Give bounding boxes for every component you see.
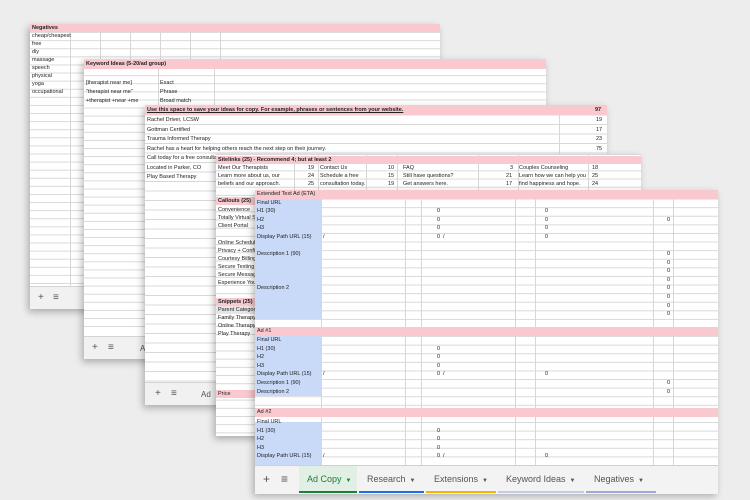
list-item: Play Therapy xyxy=(218,331,251,337)
tab-research[interactable]: Research ▼ xyxy=(359,466,424,493)
chevron-down-icon: ▼ xyxy=(409,478,416,484)
list-item: diy xyxy=(32,49,40,55)
row-label: H3 xyxy=(257,362,265,369)
list-item: Client Portal xyxy=(218,223,248,229)
all-sheets-icon[interactable]: ≡ xyxy=(281,472,288,486)
ad2-header: Ad #2 xyxy=(255,408,718,417)
list-item: Totally Virtual S xyxy=(218,215,256,221)
row-label: Display Path URL (15) xyxy=(257,371,312,378)
sheet-tabs-bar: + ≡ Ad Copy ▼ Research ▼ Extensions ▼ Keywo… xyxy=(255,465,718,494)
ad1-header: Ad #1 xyxy=(255,327,718,336)
add-sheet-icon[interactable]: + xyxy=(92,342,98,353)
eta-header: Extended Text Ad (ETA) xyxy=(255,190,718,199)
list-item: Online Schedul xyxy=(218,240,256,246)
list-item: speech xyxy=(32,65,50,71)
row-label: H2 xyxy=(257,216,265,223)
add-sheet-icon[interactable]: + xyxy=(263,472,270,486)
ad-copy-sheet: Extended Text Ad (ETA) Final URL H1 (30)… xyxy=(255,190,718,493)
list-item: massage xyxy=(32,57,55,63)
row-label: H3 xyxy=(257,444,265,451)
all-sheets-icon[interactable]: ≡ xyxy=(108,342,114,353)
label-column xyxy=(255,198,321,319)
row-label: Final URL xyxy=(257,419,282,425)
row-label: Description 1 (90) xyxy=(257,251,301,257)
add-sheet-icon[interactable]: + xyxy=(155,388,161,399)
all-sheets-icon[interactable]: ≡ xyxy=(53,292,59,303)
sitelinks-header: Sitelinks (25) - Recommend 4; but at lea… xyxy=(216,156,641,164)
copy-ideas-header: Use this space to save your ideas for co… xyxy=(145,106,607,115)
row-label: Description 2 xyxy=(257,388,290,395)
tab-ad-copy[interactable]: Ad Copy ▼ xyxy=(299,466,357,493)
chevron-down-icon: ▼ xyxy=(638,478,644,484)
row-label: Display Path URL (15) xyxy=(257,453,312,460)
list-item: physical xyxy=(32,73,52,79)
list-item: Secure Texting xyxy=(218,264,255,270)
row-label: H1 (30) xyxy=(257,427,276,434)
keyword-ideas-header: Keyword Ideas (5-20/ad group) xyxy=(84,60,546,69)
row-label: Description 2 xyxy=(257,285,290,292)
tab-negatives[interactable]: Negatives ▼ xyxy=(586,466,656,493)
list-item: cheap/cheapest xyxy=(32,33,71,39)
row-label: H1 (30) xyxy=(257,208,276,215)
chevron-down-icon: ▼ xyxy=(345,478,352,484)
list-item: Convenience xyxy=(218,207,251,213)
list-item: Parent Categor xyxy=(218,307,256,313)
chevron-down-icon: ▼ xyxy=(569,478,576,484)
row-label: H3 xyxy=(257,225,265,232)
list-item: occupational xyxy=(32,89,63,95)
all-sheets-icon[interactable]: ≡ xyxy=(171,388,177,399)
list-item: Experience You xyxy=(218,280,257,286)
list-item: free xyxy=(32,41,42,47)
chevron-down-icon: ▼ xyxy=(482,478,488,484)
tab-extensions[interactable]: Extensions ▼ xyxy=(426,466,496,493)
sheet-tab[interactable]: Ad xyxy=(201,390,211,399)
row-label: Display Path URL (15) xyxy=(257,234,312,240)
list-item: Family Therapy xyxy=(218,315,256,321)
negatives-header: Negatives xyxy=(30,24,440,32)
list-item: Courtesy Billing xyxy=(218,256,257,262)
list-item: Online Therapy xyxy=(218,323,256,329)
list-item: Secure Messag xyxy=(218,272,257,278)
row-label: H2 xyxy=(257,436,265,443)
tab-keyword-ideas[interactable]: Keyword Ideas ▼ xyxy=(498,466,584,493)
row-label: Final URL xyxy=(257,199,282,206)
row-label: H2 xyxy=(257,354,265,361)
add-sheet-icon[interactable]: + xyxy=(38,292,44,303)
row-label: H1 (30) xyxy=(257,345,276,352)
row-label: Description 1 (90) xyxy=(257,380,301,386)
list-item: yoga xyxy=(32,81,44,87)
list-item: Privacy + Confi xyxy=(218,248,256,254)
row-label: Final URL xyxy=(257,337,282,343)
